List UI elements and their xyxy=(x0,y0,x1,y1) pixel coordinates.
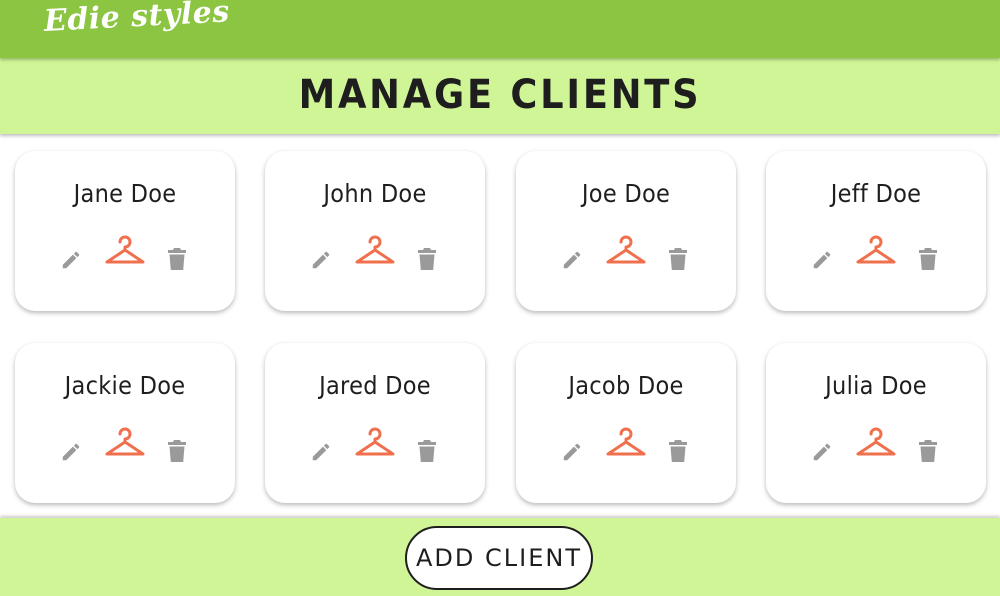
edit-icon[interactable] xyxy=(561,441,583,463)
edit-icon[interactable] xyxy=(60,441,82,463)
client-name: Jared Doe xyxy=(319,371,431,400)
client-name: Jackie Doe xyxy=(64,371,186,400)
hanger-icon[interactable] xyxy=(354,233,396,267)
trash-icon[interactable] xyxy=(417,247,437,271)
client-actions xyxy=(265,233,485,273)
client-actions xyxy=(15,233,235,273)
page-title: MANAGE CLIENTS xyxy=(298,72,702,118)
client-card: Jared Doe xyxy=(265,343,485,503)
trash-icon[interactable] xyxy=(668,247,688,271)
client-name: Joe Doe xyxy=(581,179,671,208)
client-actions xyxy=(15,425,235,465)
edit-icon[interactable] xyxy=(60,249,82,271)
client-card: Jacob Doe xyxy=(516,343,736,503)
client-name: Jane Doe xyxy=(73,179,177,208)
client-card: Julia Doe xyxy=(766,343,986,503)
edit-icon[interactable] xyxy=(561,249,583,271)
edit-icon[interactable] xyxy=(310,441,332,463)
edit-icon[interactable] xyxy=(310,249,332,271)
client-actions xyxy=(265,425,485,465)
hanger-icon[interactable] xyxy=(855,425,897,459)
client-actions xyxy=(516,233,736,273)
trash-icon[interactable] xyxy=(167,247,187,271)
trash-icon[interactable] xyxy=(918,247,938,271)
client-card: Jane Doe xyxy=(15,151,235,311)
trash-icon[interactable] xyxy=(167,439,187,463)
client-name: Julia Doe xyxy=(825,371,927,400)
client-grid: Jane Doe John Doe Joe Doe Jeff Doe Jacki… xyxy=(0,134,1000,518)
edit-icon[interactable] xyxy=(811,249,833,271)
hanger-icon[interactable] xyxy=(104,425,146,459)
hanger-icon[interactable] xyxy=(605,425,647,459)
client-name: Jacob Doe xyxy=(568,371,684,400)
client-card: Jackie Doe xyxy=(15,343,235,503)
client-card: John Doe xyxy=(265,151,485,311)
hanger-icon[interactable] xyxy=(104,233,146,267)
brand-logo[interactable]: Edie styles xyxy=(43,0,230,39)
title-banner: MANAGE CLIENTS xyxy=(0,58,1000,134)
hanger-icon[interactable] xyxy=(855,233,897,267)
footer-bar: ADD CLIENT xyxy=(0,518,1000,596)
trash-icon[interactable] xyxy=(668,439,688,463)
hanger-icon[interactable] xyxy=(605,233,647,267)
trash-icon[interactable] xyxy=(417,439,437,463)
client-actions xyxy=(516,425,736,465)
client-card: Jeff Doe xyxy=(766,151,986,311)
edit-icon[interactable] xyxy=(811,441,833,463)
client-name: John Doe xyxy=(323,179,427,208)
client-name: Jeff Doe xyxy=(830,179,922,208)
hanger-icon[interactable] xyxy=(354,425,396,459)
client-actions xyxy=(766,425,986,465)
client-actions xyxy=(766,233,986,273)
top-navbar: Edie styles xyxy=(0,0,1000,58)
trash-icon[interactable] xyxy=(918,439,938,463)
add-client-button[interactable]: ADD CLIENT xyxy=(405,526,593,590)
client-card: Joe Doe xyxy=(516,151,736,311)
